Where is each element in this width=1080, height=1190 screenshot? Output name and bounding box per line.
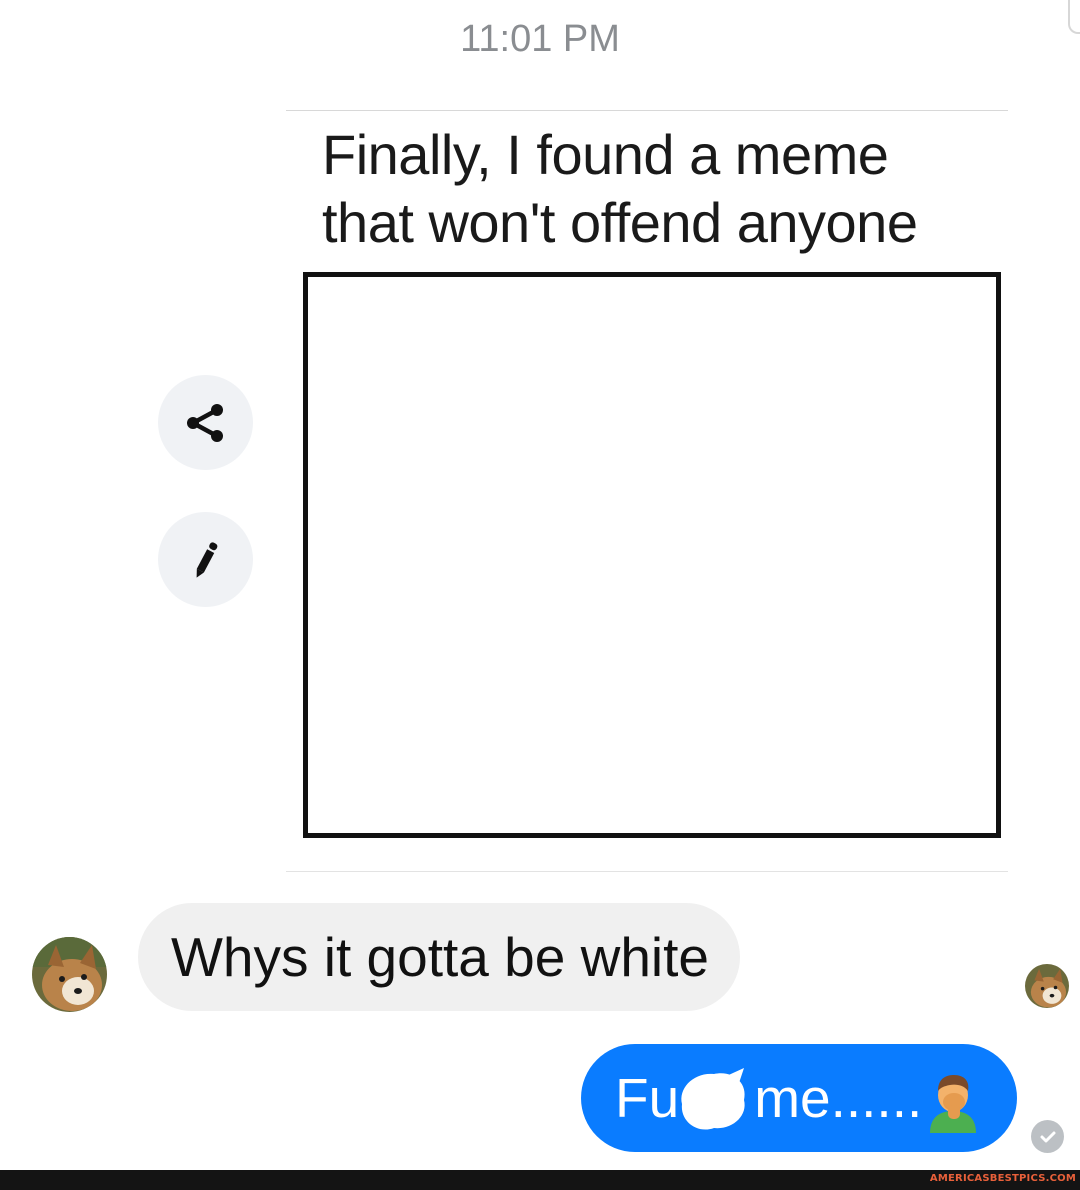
incoming-message-bubble[interactable]: Whys it gotta be white xyxy=(138,903,740,1011)
outgoing-message-prefix: Fu xyxy=(615,1067,680,1129)
message-status xyxy=(1031,1120,1064,1153)
shared-image-message[interactable]: Finally, I found a meme that won't offen… xyxy=(286,110,1008,872)
watermark-text: AMERICASBESTPICS.COM xyxy=(929,1173,1076,1184)
contact-avatar[interactable] xyxy=(32,937,107,1012)
edit-button[interactable] xyxy=(158,512,253,607)
check-circle-icon xyxy=(1040,1131,1055,1142)
censor-scribble xyxy=(681,1068,745,1130)
message-timestamp: 11:01 PM xyxy=(460,18,620,60)
meme-caption: Finally, I found a meme that won't offen… xyxy=(322,121,982,257)
man-facepalming-emoji xyxy=(930,1075,976,1133)
read-receipt-avatar xyxy=(1025,964,1069,1008)
incoming-message-text: Whys it gotta be white xyxy=(171,926,710,988)
share-icon xyxy=(186,403,223,442)
pencil-icon xyxy=(196,541,217,578)
watermark-bar: AMERICASBESTPICS.COM xyxy=(0,1170,1080,1190)
meme-caption-line-1: Finally, I found a meme xyxy=(322,123,889,186)
outgoing-message-suffix: me...... xyxy=(754,1067,923,1129)
meme-caption-line-2: that won't offend anyone xyxy=(322,191,918,254)
meme-blank-box xyxy=(303,272,1001,838)
share-button[interactable] xyxy=(158,375,253,470)
